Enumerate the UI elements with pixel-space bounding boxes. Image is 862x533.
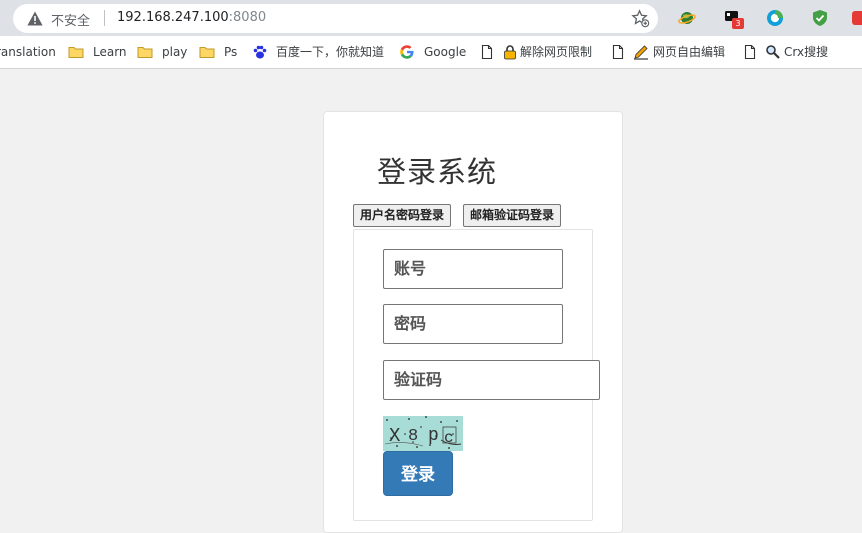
baidu-paw-icon	[253, 45, 267, 59]
lock-icon	[504, 45, 516, 60]
bookmark-crx-search[interactable]: Crx搜搜	[784, 44, 828, 60]
google-icon	[400, 45, 414, 59]
captcha-image[interactable]: X 8 p c	[383, 416, 463, 451]
captcha-char-1: X	[389, 425, 401, 447]
bookmark-ps[interactable]: Ps	[224, 44, 237, 60]
bookmark-translation[interactable]: ranslation	[0, 44, 56, 60]
password-input[interactable]: 密码	[383, 304, 563, 344]
bookmark-baidu[interactable]: 百度一下，你就知道	[276, 44, 384, 60]
captcha-graphic: X 8 p c	[384, 416, 462, 449]
bookmark-play[interactable]: play	[162, 44, 187, 60]
folder-icon	[68, 47, 84, 58]
bookmark-star-icon[interactable]	[631, 9, 650, 28]
tab-username-password-login[interactable]: 用户名密码登录	[353, 204, 452, 227]
extension-earth-icon[interactable]	[678, 9, 696, 27]
page-icon	[744, 44, 756, 60]
page-title: 登录系统	[377, 155, 498, 189]
url-host: 192.168.247.100	[117, 10, 229, 25]
bookmarks-bar: ranslation Learn play Ps 百度一下，你就知道 Googl…	[0, 36, 862, 69]
url-port: :8080	[228, 10, 267, 25]
page-icon	[612, 44, 624, 60]
tab-email-code-login[interactable]: 邮箱验证码登录	[463, 204, 562, 227]
bookmark-google[interactable]: Google	[424, 44, 466, 60]
bookmark-unlock-page[interactable]: 解除网页限制	[520, 44, 592, 60]
page-icon	[481, 44, 493, 60]
address-bar[interactable]: 不安全 192.168.247.100:8080	[13, 4, 658, 33]
captcha-char-3: p	[428, 426, 439, 446]
extension-red-icon[interactable]	[852, 9, 862, 27]
extension-badge: 3	[732, 18, 744, 29]
omnibox-divider	[104, 10, 105, 26]
username-input[interactable]: 账号	[383, 249, 563, 289]
login-button[interactable]: 登录	[383, 451, 453, 496]
extension-monitor-icon[interactable]: 3	[724, 9, 744, 29]
extension-shield-icon[interactable]	[811, 9, 829, 27]
url-text[interactable]: 192.168.247.100:8080	[117, 10, 266, 25]
extension-edge-icon[interactable]	[766, 9, 784, 27]
browser-toolbar: 不安全 192.168.247.100:8080 3	[0, 0, 862, 36]
folder-icon	[137, 47, 153, 58]
magnifier-icon	[766, 45, 780, 59]
captcha-char-2: 8	[408, 427, 418, 446]
bookmark-free-edit[interactable]: 网页自由编辑	[653, 44, 725, 60]
captcha-char-4: c	[444, 429, 454, 447]
folder-icon	[199, 47, 215, 58]
captcha-input[interactable]: 验证码	[383, 360, 600, 400]
warning-icon[interactable]	[27, 11, 43, 26]
bookmark-learn[interactable]: Learn	[93, 44, 127, 60]
pencil-icon	[634, 45, 648, 60]
security-status[interactable]: 不安全	[51, 10, 90, 29]
